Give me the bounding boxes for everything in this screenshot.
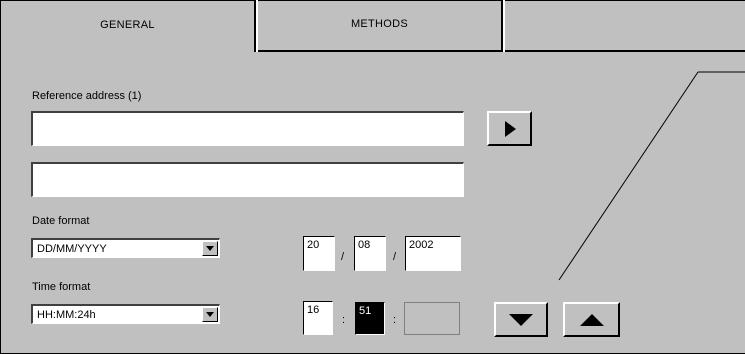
triangle-up-icon xyxy=(579,313,604,326)
reference-address-line1-input[interactable] xyxy=(31,111,464,146)
date-month-field[interactable]: 08 xyxy=(354,236,386,271)
date-month-value: 08 xyxy=(358,239,371,251)
reference-address-label: Reference address (1) xyxy=(32,90,142,102)
date-separator-2: / xyxy=(393,251,397,263)
tab-general-label: GENERAL xyxy=(100,18,155,31)
time-separator-2: : xyxy=(393,314,397,326)
decrement-button[interactable] xyxy=(494,302,548,337)
general-panel: Reference address (1) Date format DD/MM/… xyxy=(0,52,745,354)
date-year-field[interactable]: 2002 xyxy=(405,236,461,271)
time-separator-1: : xyxy=(342,314,346,326)
date-format-label: Date format xyxy=(32,215,90,227)
time-minutes-value: 51 xyxy=(359,305,372,317)
date-format-select[interactable]: DD/MM/YYYY xyxy=(31,238,220,258)
reference-go-button[interactable] xyxy=(487,111,532,146)
time-format-label: Time format xyxy=(32,281,91,293)
date-day-field[interactable]: 20 xyxy=(303,236,335,271)
tab-strip-filler xyxy=(505,0,745,52)
triangle-down-icon xyxy=(509,313,533,326)
time-minutes-field[interactable]: 51 xyxy=(355,302,385,335)
chevron-down-icon xyxy=(206,312,214,317)
tab-methods[interactable]: METHODS xyxy=(258,0,503,52)
reference-address-line2-input[interactable] xyxy=(31,162,464,197)
date-year-value: 2002 xyxy=(409,239,434,251)
tab-general[interactable]: GENERAL xyxy=(0,0,256,52)
time-format-select[interactable]: HH:MM:24h xyxy=(31,304,220,324)
date-separator-1: / xyxy=(341,251,345,263)
time-format-selected: HH:MM:24h xyxy=(37,309,96,321)
date-format-dropdown-button[interactable] xyxy=(202,241,218,256)
chevron-down-icon xyxy=(206,246,214,251)
date-format-selected: DD/MM/YYYY xyxy=(37,243,107,255)
time-hours-value: 16 xyxy=(307,304,320,316)
time-hours-field[interactable]: 16 xyxy=(303,301,333,335)
increment-button[interactable] xyxy=(563,302,620,337)
time-seconds-field xyxy=(404,302,460,335)
tab-methods-label: METHODS xyxy=(350,17,409,30)
time-format-dropdown-button[interactable] xyxy=(202,307,218,322)
tab-strip: GENERAL METHODS xyxy=(0,0,745,52)
settings-window: GENERAL METHODS Reference address (1) Da… xyxy=(0,0,745,354)
play-icon xyxy=(504,120,516,137)
date-day-value: 20 xyxy=(307,239,320,251)
